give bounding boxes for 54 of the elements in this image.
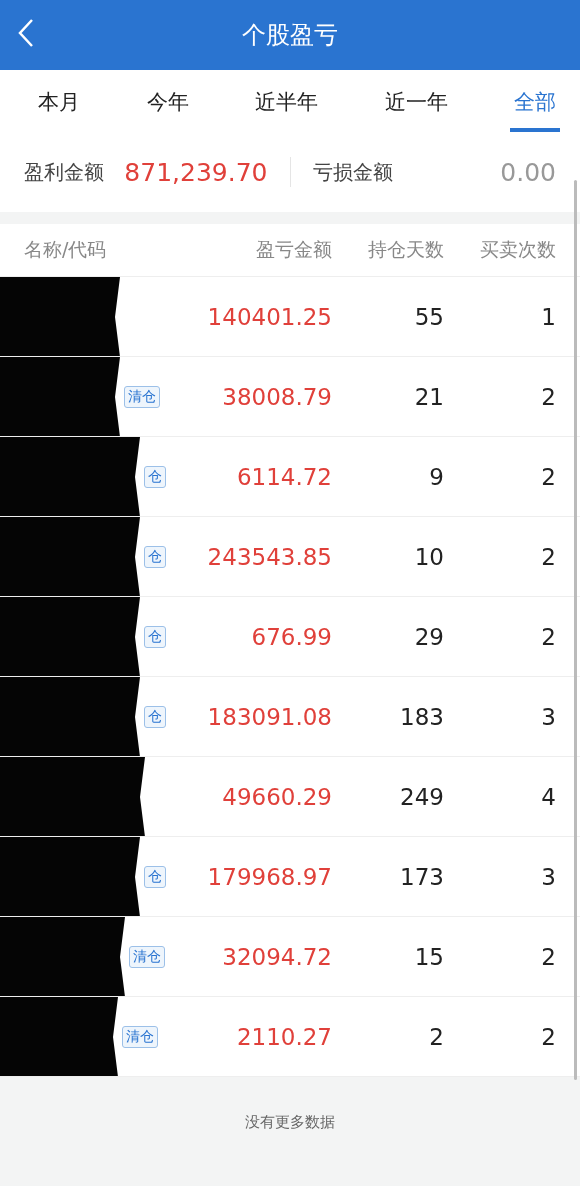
profit-cell-text: 179968.97 [206,863,332,890]
page-title: 个股盈亏 [242,20,338,51]
cleared-tag: 仓 [144,705,166,728]
trades-cell-text: 2 [540,623,556,650]
period-tab[interactable]: 今年 [142,70,193,132]
trades-cell-text: 3 [540,703,556,730]
cleared-tag: 清仓 [129,945,165,968]
profit-cell-text: 2110.27 [235,1023,332,1050]
no-more-data-text: 没有更多数据 [245,1113,335,1133]
column-header: 盈亏金额 [255,237,332,262]
cleared-tag: 仓 [144,545,166,568]
trades-cell-text: 2 [540,543,556,570]
column-header: 名称/代码 [24,237,108,262]
days-cell-text: 249 [399,783,444,810]
period-tab[interactable]: 本月 [34,70,84,132]
loss-value: 0.00 [500,157,556,187]
period-tab[interactable]: 近半年 [251,70,322,132]
profit-cell-text: 38008.79 [221,383,332,410]
trades-cell-text: 4 [540,783,556,810]
profit-cell-text: 243543.85 [206,543,332,570]
loss-label: 亏损金额 [312,158,393,186]
days-cell-text: 2 [428,1023,444,1050]
cleared-tag: 仓 [144,465,166,488]
days-cell-text: 15 [413,943,444,970]
trades-cell-text: 2 [540,943,556,970]
days-cell-text: 55 [413,303,444,330]
days-cell-text: 9 [428,463,444,490]
days-cell-text: 21 [413,383,444,410]
days-cell-text: 10 [413,543,444,570]
profit-cell-text: 6114.72 [235,463,332,490]
trades-cell-text: 2 [540,1023,556,1050]
profit-cell-text: 49660.29 [221,783,332,810]
profit-label: 盈利金额 [24,158,104,186]
profit-cell-text: 140401.25 [206,303,332,330]
cleared-tag: 清仓 [124,385,160,408]
profit-value: 871,239.70 [124,157,268,187]
column-header: 持仓天数 [367,237,444,262]
trades-cell-text: 2 [540,463,556,490]
period-tab[interactable]: 近一年 [380,70,452,132]
profit-cell-text: 32094.72 [221,943,332,970]
trades-cell-text: 2 [540,383,556,410]
trades-cell-text: 3 [540,863,556,890]
trades-cell-text: 1 [540,303,556,330]
profit-cell-text: 183091.08 [206,703,332,730]
days-cell-text: 183 [399,703,444,730]
days-cell-text: 173 [399,863,444,890]
days-cell-text: 29 [413,623,444,650]
cleared-tag: 仓 [144,625,166,648]
cleared-tag: 清仓 [122,1025,158,1048]
cleared-tag: 仓 [144,865,166,888]
back-button[interactable] [18,18,34,48]
back-icon [18,18,34,48]
column-header: 买卖次数 [479,237,556,262]
profit-cell-text: 676.99 [250,623,332,650]
